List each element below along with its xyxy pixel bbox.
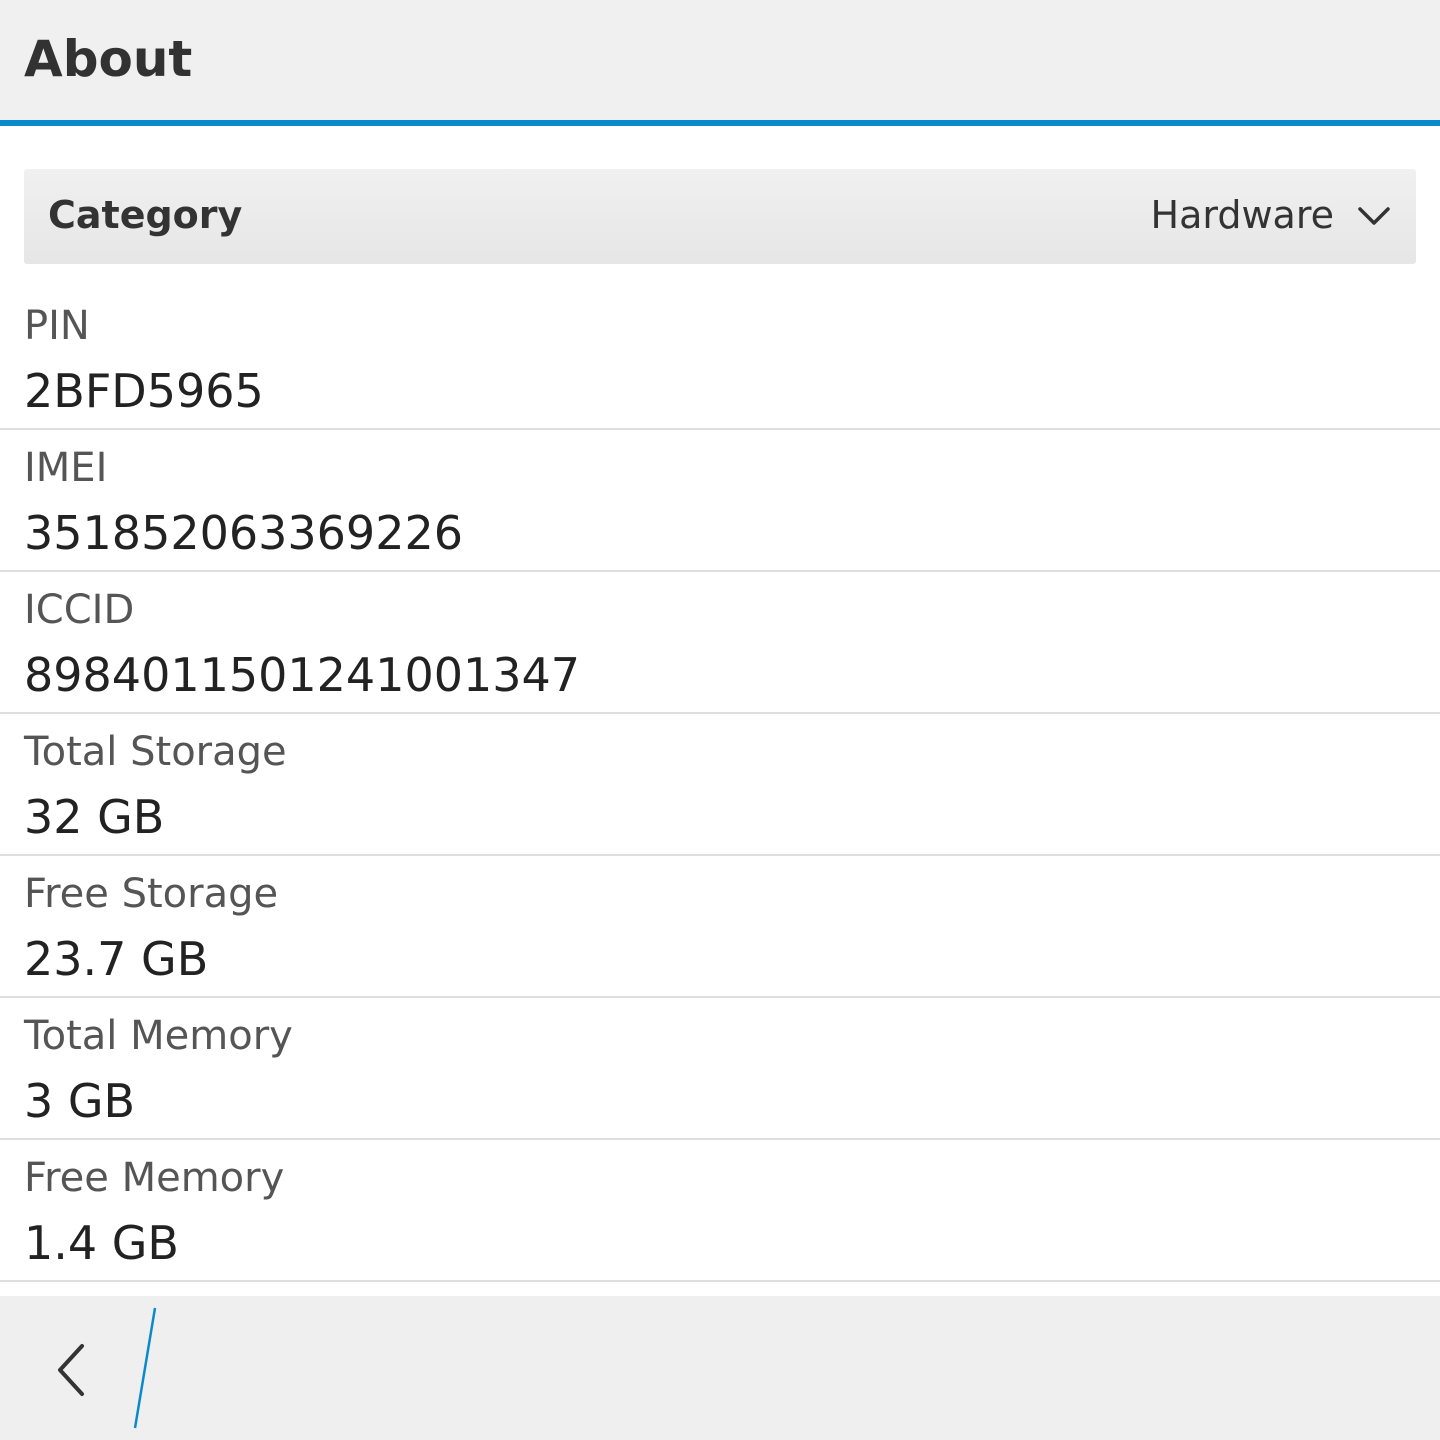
info-label: PIN <box>24 303 90 349</box>
info-label: Total Memory <box>24 1013 293 1059</box>
info-value: 23.7 GB <box>24 932 209 986</box>
action-bar-divider <box>133 1307 157 1429</box>
category-label: Category <box>48 193 243 237</box>
category-selected-value: Hardware <box>1150 193 1334 237</box>
info-value: 2BFD5965 <box>24 364 264 418</box>
info-value: 89840115012410013​47 <box>24 648 581 702</box>
info-row-imei: IMEI 351852063369226 <box>0 430 1440 572</box>
info-row-total-storage: Total Storage 32 GB <box>0 714 1440 856</box>
info-value: 1.4 GB <box>24 1216 179 1270</box>
info-row-pin: PIN 2BFD5965 <box>0 288 1440 430</box>
info-row-free-storage: Free Storage 23.7 GB <box>0 856 1440 998</box>
info-label: Free Memory <box>24 1155 285 1201</box>
info-label: Free Storage <box>24 871 279 917</box>
chevron-down-icon <box>1358 207 1390 225</box>
title-bar: About <box>0 0 1440 126</box>
page-title: About <box>24 30 193 88</box>
category-dropdown[interactable]: Category Hardware <box>24 169 1416 264</box>
back-button[interactable] <box>40 1320 110 1416</box>
info-value: 3 GB <box>24 1074 136 1128</box>
info-row-total-memory: Total Memory 3 GB <box>0 998 1440 1140</box>
action-bar <box>0 1296 1440 1440</box>
info-value: 351852063369226 <box>24 506 463 560</box>
info-row-free-memory: Free Memory 1.4 GB <box>0 1140 1440 1282</box>
info-label: IMEI <box>24 445 108 491</box>
info-label: Total Storage <box>24 729 287 775</box>
chevron-left-icon <box>58 1344 84 1396</box>
info-label: ICCID <box>24 587 135 633</box>
info-row-iccid: ICCID 89840115012410013​47 <box>0 572 1440 714</box>
info-value: 32 GB <box>24 790 165 844</box>
info-list: PIN 2BFD5965 IMEI 351852063369226 ICCID … <box>0 288 1440 1282</box>
